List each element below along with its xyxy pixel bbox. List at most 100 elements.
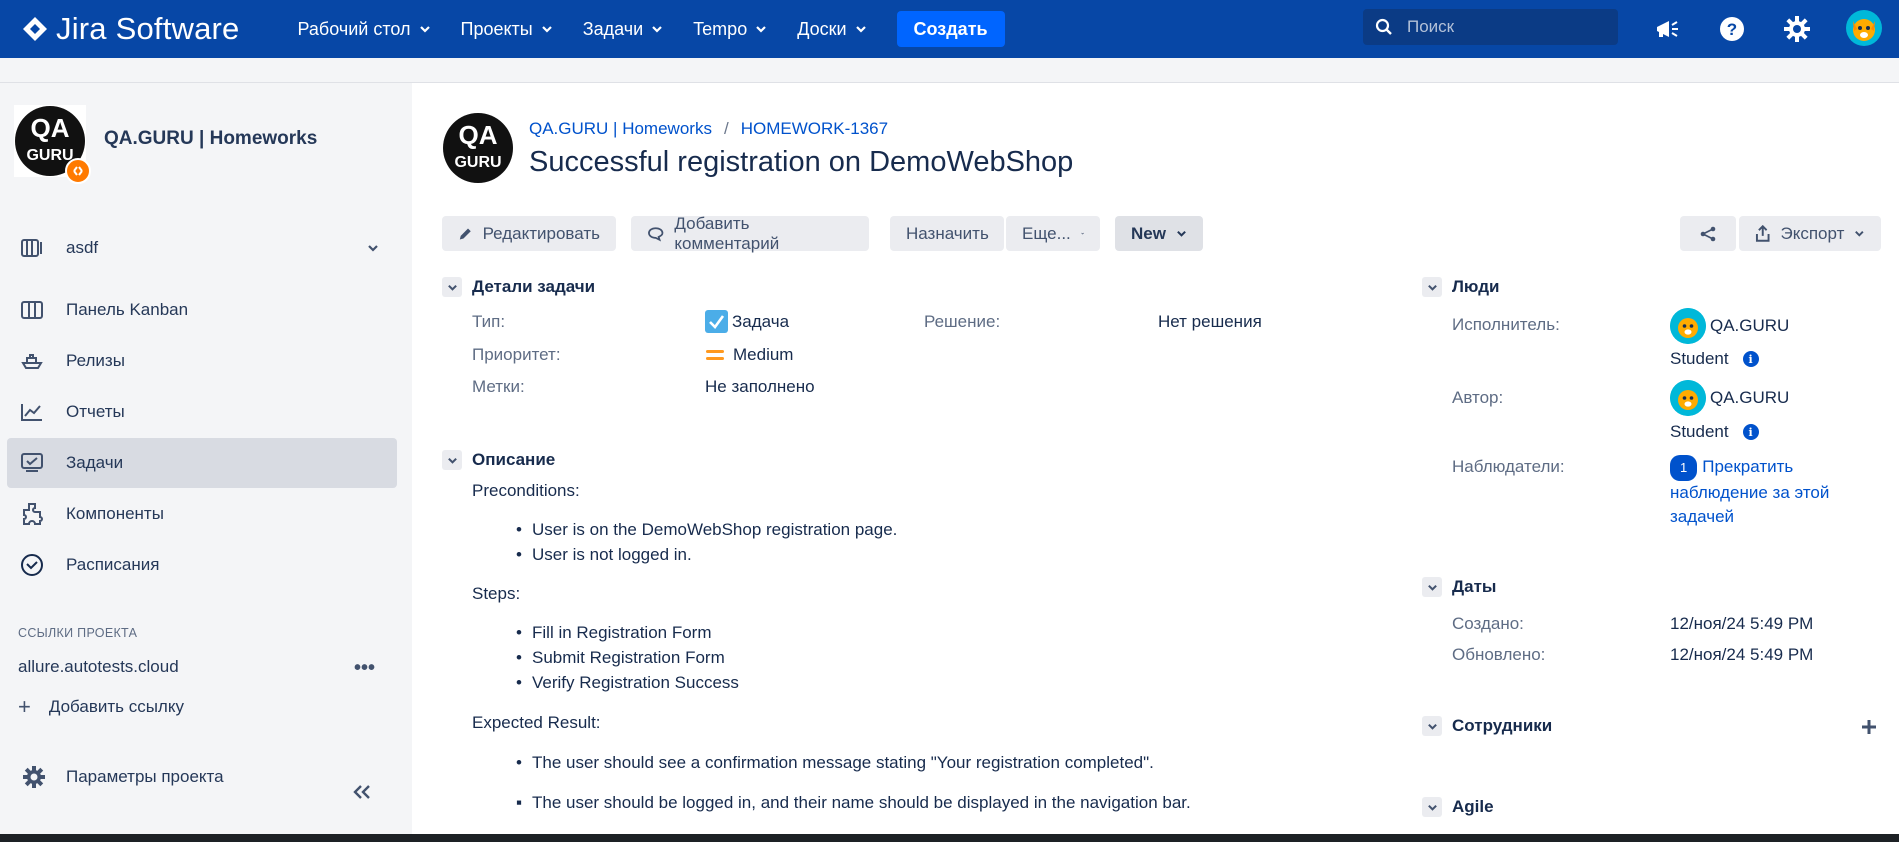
reporter-surname: Student (1670, 422, 1729, 441)
project-name[interactable]: QA.GURU | Homeworks (104, 128, 317, 150)
expected-list-2: The user should be logged in, and their … (516, 790, 1191, 815)
menu-issues-label: Задачи (582, 18, 644, 39)
puzzle-icon (20, 502, 44, 526)
export-label: Экспорт (1780, 223, 1845, 243)
preconditions-list: User is on the DemoWebShop registration … (516, 517, 897, 567)
settings-gear-icon[interactable] (1780, 12, 1814, 46)
issue-project-avatar[interactable]: QA GURU (442, 112, 514, 184)
add-link-button[interactable]: + Добавить ссылку (18, 694, 184, 720)
assignee-name: QA.GURU (1710, 316, 1790, 335)
search-box[interactable] (1363, 9, 1618, 45)
export-button[interactable]: Экспорт (1739, 216, 1881, 251)
breadcrumb-issue-key[interactable]: HOMEWORK-1367 (741, 119, 888, 139)
logo-text: Jira Software (56, 11, 240, 46)
pencil-icon (459, 228, 471, 239)
created-value: 12/ноя/24 5:49 PM (1670, 614, 1814, 633)
user-avatar[interactable] (1844, 8, 1884, 48)
reporter-avatar (1670, 380, 1706, 416)
create-button[interactable]: Создать (896, 11, 1005, 47)
sidebar-item-label: Компоненты (66, 504, 164, 523)
reporter-value[interactable]: QA.GURU (1670, 380, 1789, 416)
chevron-down-icon (756, 26, 766, 33)
chart-icon (20, 400, 44, 424)
add-link-label: Добавить ссылку (48, 697, 184, 716)
type-label: Тип: (472, 312, 506, 331)
medium-priority-icon (706, 350, 724, 360)
employees-section-toggle[interactable]: Сотрудники (1422, 716, 1552, 736)
description-heading: Описание (472, 450, 556, 469)
assign-button[interactable]: Назначить (890, 216, 1004, 251)
chevron-down-icon (419, 26, 430, 33)
employees-heading: Сотрудники (1452, 716, 1553, 735)
assignee-avatar (1670, 308, 1706, 344)
resolution-value: Нет решения (1158, 312, 1262, 331)
chevron-down-icon (1422, 797, 1442, 817)
project-avatar[interactable]: QA GURU (14, 105, 91, 184)
menu-dashboard[interactable]: Рабочий стол (298, 19, 431, 40)
reporter-name: QA.GURU (1710, 388, 1790, 407)
dates-heading: Даты (1452, 577, 1497, 596)
list-item: Fill in Registration Form (516, 620, 739, 645)
expected-list: The user should see a confirmation messa… (516, 750, 1154, 775)
board-selector[interactable]: asdf (7, 223, 397, 273)
updated-value: 12/ноя/24 5:49 PM (1670, 645, 1814, 664)
sidebar-item-label: Задачи (66, 453, 124, 472)
chevron-down-icon (1081, 232, 1084, 235)
plus-icon: + (18, 694, 31, 719)
watchers-label: Наблюдатели: (1452, 457, 1565, 476)
menu-issues[interactable]: Задачи (583, 19, 663, 40)
issue-title[interactable]: Successful registration on DemoWebShop (529, 146, 1073, 179)
sidebar-item-kanban[interactable]: Панель Kanban (7, 285, 397, 335)
chevron-down-icon (1177, 230, 1186, 237)
breadcrumb: QA.GURU | Homeworks / HOMEWORK-1367 (529, 119, 888, 139)
created-label: Создано: (1452, 614, 1524, 633)
status-button[interactable]: New (1115, 216, 1203, 251)
search-input[interactable] (1407, 17, 1607, 37)
jira-logo[interactable]: Jira Software (22, 11, 240, 47)
more-options-icon[interactable]: ••• (354, 657, 375, 680)
assignee-surname: Student (1670, 349, 1729, 368)
info-icon[interactable]: i (1742, 351, 1759, 367)
sidebar-item-issues[interactable]: Задачи (7, 438, 397, 488)
task-checkbox-icon (705, 310, 728, 333)
project-link[interactable]: allure.autotests.cloud (18, 657, 179, 677)
labels-label: Метки: (472, 377, 525, 396)
chevron-down-icon (368, 245, 378, 252)
people-heading: Люди (1452, 277, 1500, 296)
menu-projects[interactable]: Проекты (461, 19, 553, 40)
project-sidebar: QA GURU QA.GURU | Homeworks asdf Панель … (0, 83, 412, 842)
breadcrumb-project[interactable]: QA.GURU | Homeworks (529, 119, 712, 139)
main-menu: Рабочий стол Проекты Задачи Tempo Доски (298, 19, 897, 40)
menu-boards[interactable]: Доски (797, 19, 866, 40)
share-button[interactable] (1680, 216, 1736, 251)
details-section-toggle[interactable]: Детали задачи (442, 277, 595, 297)
help-icon[interactable]: ? (1715, 12, 1749, 46)
dates-section-toggle[interactable]: Даты (1422, 577, 1496, 597)
agile-section-toggle[interactable]: Agile (1422, 797, 1494, 817)
menu-tempo[interactable]: Tempo (693, 19, 767, 40)
more-actions-button[interactable]: Еще... (1006, 216, 1100, 251)
sidebar-item-releases[interactable]: Релизы (7, 336, 397, 386)
add-employee-icon[interactable] (1860, 718, 1878, 741)
assignee-value[interactable]: QA.GURU (1670, 308, 1789, 344)
expected-title: Expected Result: (472, 713, 601, 732)
sidebar-item-reports[interactable]: Отчеты (7, 387, 397, 437)
gear-icon (23, 766, 45, 788)
sidebar-item-label: Панель Kanban (66, 300, 189, 319)
add-comment-button[interactable]: Добавить комментарий (631, 214, 869, 253)
sidebar-item-components[interactable]: Компоненты (7, 489, 397, 539)
collapse-sidebar-icon[interactable] (352, 784, 372, 805)
people-section-toggle[interactable]: Люди (1422, 277, 1499, 297)
chevron-down-icon (855, 26, 866, 33)
reporter-label: Автор: (1452, 388, 1504, 407)
sidebar-item-schedules[interactable]: Расписания (7, 540, 397, 590)
project-settings-label: Параметры проекта (66, 767, 224, 786)
sidebar-item-label: Расписания (66, 555, 160, 574)
notifications-icon[interactable] (1650, 12, 1684, 46)
list-item: Submit Registration Form (516, 645, 739, 670)
description-section-toggle[interactable]: Описание (442, 450, 555, 470)
project-settings-link[interactable]: Параметры проекта (22, 765, 224, 789)
menu-projects-label: Проекты (460, 18, 533, 39)
info-icon[interactable]: i (1742, 424, 1759, 440)
edit-button[interactable]: Редактировать (442, 216, 616, 251)
